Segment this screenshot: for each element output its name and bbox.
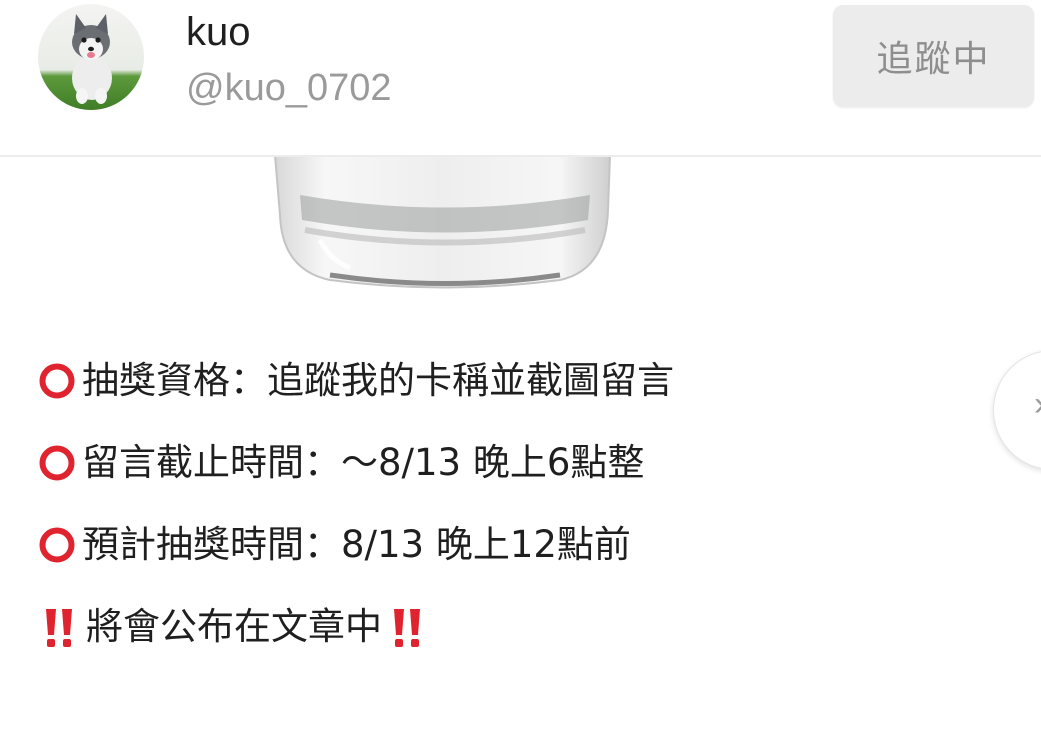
post-line-text: 抽獎資格：追蹤我的卡稱並截圖留言 xyxy=(82,359,674,402)
post-line-draw-time: 預計抽獎時間：8/13 晚上12點前 xyxy=(38,504,978,586)
red-ring-icon xyxy=(38,526,76,564)
post-page: kuo @kuo_0702 追蹤中 抽獎資格：追蹤我的卡稱並截圖留言 留言截止時… xyxy=(0,0,1041,748)
double-exclamation-icon xyxy=(386,605,430,649)
post-line-eligibility: 抽獎資格：追蹤我的卡稱並截圖留言 xyxy=(38,340,978,422)
post-line-deadline: 留言截止時間：～8/13 晚上6點整 xyxy=(38,422,978,504)
floating-action-button[interactable]: › xyxy=(993,350,1041,470)
author-header: kuo @kuo_0702 追蹤中 xyxy=(0,0,1041,157)
post-line-text: 將會公布在文章中 xyxy=(86,605,382,648)
husky-avatar-icon xyxy=(38,4,144,110)
following-button[interactable]: 追蹤中 xyxy=(833,5,1034,107)
red-ring-icon xyxy=(38,362,76,400)
floating-button-icon: › xyxy=(1034,385,1041,424)
post-content: 抽獎資格：追蹤我的卡稱並截圖留言 留言截止時間：～8/13 晚上6點整 預計抽獎… xyxy=(38,340,978,668)
double-exclamation-icon xyxy=(38,605,82,649)
post-line-announcement: 將會公布在文章中 xyxy=(38,586,978,668)
avatar[interactable] xyxy=(38,4,144,110)
post-line-text: 預計抽獎時間：8/13 晚上12點前 xyxy=(82,523,631,566)
author-handle: @kuo_0702 xyxy=(186,67,392,109)
author-display-name[interactable]: kuo xyxy=(186,8,251,56)
red-ring-icon xyxy=(38,444,76,482)
post-line-text: 留言截止時間：～8/13 晚上6點整 xyxy=(82,441,645,484)
